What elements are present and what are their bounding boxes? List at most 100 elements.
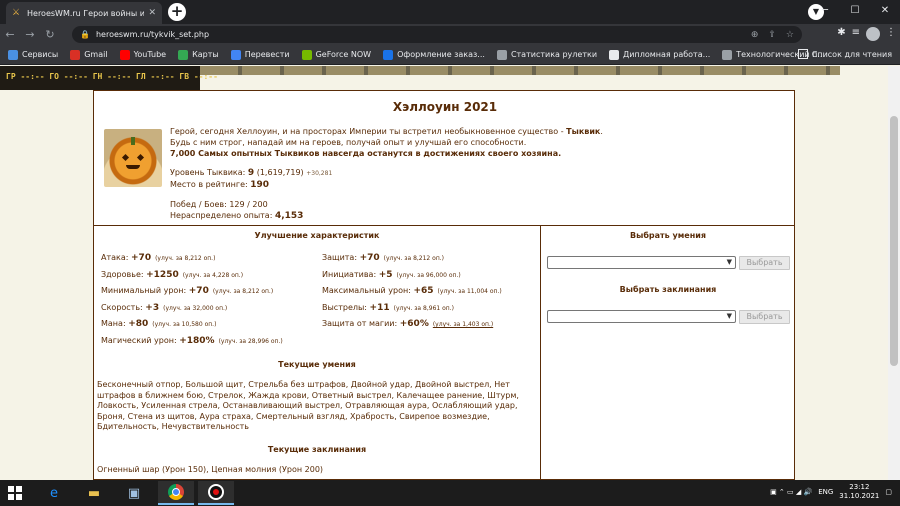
back-icon[interactable]: ← bbox=[0, 28, 20, 41]
free-exp-value: 4,153 bbox=[274, 211, 304, 221]
menu-icon[interactable]: ⋮ bbox=[886, 27, 896, 41]
page-content: ГР --:-- ГО --:-- ГН --:-- ГЛ --:-- ГВ -… bbox=[0, 66, 900, 480]
pet-panel: Хэллоуин 2021 Герой, сегодня Хеллоуин, и… bbox=[93, 90, 795, 480]
geforce-icon bbox=[301, 49, 312, 60]
stat-label: Защита: bbox=[322, 253, 360, 262]
browser-tab[interactable]: ⚔ HeroesWM.ru Герои войны и де ✕ bbox=[6, 2, 162, 24]
bookmark-item[interactable]: YouTube bbox=[119, 49, 167, 60]
choose-skill-button[interactable]: Выбрать bbox=[739, 256, 790, 270]
bookmark-item[interactable]: Оформление заказ... bbox=[383, 49, 485, 60]
bookmark-label: Оформление заказ... bbox=[397, 50, 485, 59]
bookmark-item[interactable]: Дипломная работа... bbox=[609, 49, 711, 60]
forward-icon[interactable]: → bbox=[20, 28, 40, 41]
bookmark-label: Дипломная работа... bbox=[623, 50, 711, 59]
apps-grid-icon bbox=[8, 49, 18, 60]
stat-label: Атака: bbox=[101, 253, 132, 262]
stat-row: Мана: +80 (улуч. за 10,580 оп.) bbox=[101, 319, 216, 329]
browser-toolbar: ← → ↻ 🔒 heroeswm.ru/tykvik_set.php ⊕ ⇪ ☆… bbox=[0, 24, 900, 45]
taskbar: e ▬ ▣ ▣ ⌃ ▭ ◢ 🔊 ENG 23:12 31.10.2021 ▢ bbox=[0, 480, 900, 506]
extensions-icon[interactable]: ✱ bbox=[837, 27, 845, 41]
stat-label: Скорость: bbox=[101, 302, 146, 312]
notifications-icon[interactable]: ▢ bbox=[885, 488, 892, 496]
bookmark-item[interactable]: GeForce NOW bbox=[301, 49, 371, 60]
stat-value: +11 bbox=[369, 302, 390, 313]
bookmark-item[interactable]: Сервисы bbox=[8, 49, 58, 60]
photos-icon[interactable]: ▣ bbox=[116, 481, 152, 505]
globe-icon bbox=[722, 49, 733, 60]
address-bar[interactable]: 🔒 heroeswm.ru/tykvik_set.php ⊕ ⇪ ☆ bbox=[72, 26, 802, 43]
stat-row: Защита: +70 (улуч. за 8,212 оп.) bbox=[322, 253, 444, 263]
skills-select[interactable]: ▼ bbox=[547, 256, 736, 269]
spells-list: Огненный шар (Урон 150), Цепная молния (… bbox=[97, 465, 324, 474]
site-favicon-icon: ⚔ bbox=[12, 8, 21, 18]
intro-text: Герой, сегодня Хеллоуин, и на просторах … bbox=[170, 127, 603, 158]
recorder-taskbar-icon[interactable] bbox=[198, 481, 234, 505]
bookmark-item[interactable]: Статистика рулетки bbox=[496, 49, 598, 60]
edge-icon[interactable]: e bbox=[36, 481, 72, 505]
stat-value: +180% bbox=[179, 335, 215, 346]
chrome-taskbar-icon[interactable] bbox=[158, 481, 194, 505]
language-indicator[interactable]: ENG bbox=[818, 488, 833, 496]
stat-row: Атака: +70 (улуч. за 8,212 оп.) bbox=[101, 253, 215, 263]
minimize-icon[interactable]: ─ bbox=[810, 0, 840, 24]
page-title: Хэллоуин 2021 bbox=[392, 100, 498, 114]
bookmark-item[interactable]: Карты bbox=[178, 49, 219, 60]
reload-icon[interactable]: ↻ bbox=[40, 28, 60, 41]
stat-label: Мана: bbox=[101, 319, 129, 328]
choose-spell-button[interactable]: Выбрать bbox=[739, 310, 790, 324]
upgrade-link: (улуч. за 4,228 оп.) bbox=[182, 271, 244, 279]
globe-icon bbox=[496, 49, 507, 60]
close-tab-icon[interactable]: ✕ bbox=[148, 8, 156, 18]
tab-strip: ⚔ HeroesWM.ru Герои войны и де ✕ + ▼ ─ ☐… bbox=[0, 0, 900, 24]
bookmark-item[interactable]: Перевести bbox=[230, 49, 290, 60]
upgrade-link: (улуч. за 32,000 оп.) bbox=[163, 304, 228, 312]
bookmark-label: Перевести bbox=[244, 50, 290, 59]
bookmark-item[interactable]: Gmail bbox=[70, 49, 108, 60]
bookmark-label: YouTube bbox=[133, 50, 167, 59]
spells-select[interactable]: ▼ bbox=[547, 310, 736, 323]
spells-title: Текущие заклинания bbox=[267, 445, 367, 454]
windows-start-icon[interactable] bbox=[8, 486, 22, 500]
pet-name: Тыквик bbox=[566, 127, 601, 136]
top-menu-strip bbox=[200, 66, 840, 75]
scrollbar-thumb[interactable] bbox=[890, 116, 898, 366]
stat-value: +65 bbox=[413, 286, 434, 296]
wins-battles: Побед / Боев: 129 / 200 bbox=[170, 200, 268, 209]
bookmark-label: Gmail bbox=[84, 50, 108, 59]
media-icon[interactable]: ≡ bbox=[852, 27, 860, 41]
tray-icons[interactable]: ▣ ⌃ ▭ ◢ 🔊 bbox=[770, 488, 812, 496]
upgrade-link: (улуч. за 8,961 оп.) bbox=[393, 304, 454, 312]
chevron-down-icon: ▼ bbox=[726, 258, 732, 266]
bookmark-star-icon[interactable]: ☆ bbox=[786, 30, 794, 40]
stat-label: Инициатива: bbox=[322, 269, 379, 279]
avatar[interactable] bbox=[866, 27, 880, 41]
share-icon[interactable]: ⇪ bbox=[768, 30, 776, 40]
reading-list[interactable]: Список для чтения bbox=[797, 49, 892, 59]
stat-label: Магический урон: bbox=[101, 335, 180, 345]
lock-icon[interactable]: 🔒 bbox=[80, 30, 90, 39]
upgrade-link: (улуч. за 10,580 оп.) bbox=[152, 321, 217, 328]
stat-label: Выстрелы: bbox=[322, 302, 370, 312]
level-exp: (1,619,719) bbox=[256, 168, 304, 177]
stat-value: +70 bbox=[359, 253, 380, 263]
upgrade-link: (улуч. за 96,000 оп.) bbox=[396, 271, 461, 279]
new-tab-button[interactable]: + bbox=[168, 3, 186, 21]
diploma-icon bbox=[609, 49, 620, 60]
guild-timers: ГР --:-- ГО --:-- ГН --:-- ГЛ --:-- ГВ -… bbox=[0, 66, 218, 90]
document-icon bbox=[383, 49, 394, 60]
zoom-icon[interactable]: ⊕ bbox=[751, 30, 759, 40]
clock[interactable]: 23:12 31.10.2021 bbox=[839, 483, 879, 501]
improve-title: Улучшение характеристик bbox=[254, 231, 380, 240]
stat-row: Защита от магии: +60% (улуч. за 1,403 оп.… bbox=[322, 319, 493, 329]
folder-icon[interactable]: ▬ bbox=[76, 481, 112, 505]
maximize-icon[interactable]: ☐ bbox=[840, 0, 870, 24]
close-window-icon[interactable]: ✕ bbox=[870, 0, 900, 24]
stat-row: Скорость: +3 (улуч. за 32,000 оп.) bbox=[101, 303, 227, 313]
stat-row: Магический урон: +180% (улуч. за 28,996 о… bbox=[101, 336, 283, 346]
maps-icon bbox=[178, 49, 189, 60]
stat-label: Максимальный урон: bbox=[322, 286, 414, 295]
scrollbar[interactable] bbox=[888, 66, 900, 480]
upgrade-link[interactable]: (улуч. за 1,403 оп.) bbox=[433, 321, 493, 328]
bookmark-label: Статистика рулетки bbox=[510, 50, 598, 59]
url-text: heroeswm.ru/tykvik_set.php bbox=[95, 30, 210, 39]
